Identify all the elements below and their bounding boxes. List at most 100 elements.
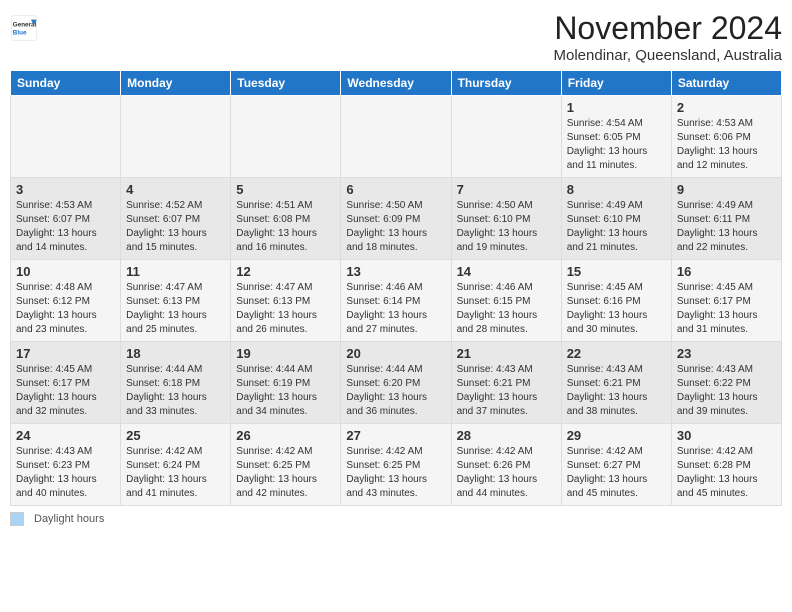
page-title: November 2024 bbox=[554, 10, 782, 47]
day-cell: 19 Sunrise: 4:44 AM Sunset: 6:19 PM Dayli… bbox=[231, 342, 341, 424]
day-info: Sunrise: 4:48 AM Sunset: 6:12 PM Dayligh… bbox=[16, 281, 115, 337]
day-cell: 13Sunrise: 4:46 AM Sunset: 6:14 PM Dayli… bbox=[341, 260, 451, 342]
day-number: 15 bbox=[567, 264, 666, 279]
day-info: Sunrise: 4:49 AM Sunset: 6:11 PM Dayligh… bbox=[677, 199, 776, 255]
day-cell: 29Sunrise: 4:42 AM Sunset: 6:27 PM Dayli… bbox=[561, 424, 671, 506]
day-cell: 20 Sunrise: 4:44 AM Sunset: 6:20 PM Dayli… bbox=[341, 342, 451, 424]
week-row-3: 10 Sunrise: 4:48 AM Sunset: 6:12 PM Dayli… bbox=[11, 260, 782, 342]
day-number: 30 bbox=[677, 428, 776, 443]
day-cell bbox=[341, 96, 451, 178]
day-number: 17 bbox=[16, 346, 115, 361]
col-header-saturday: Saturday bbox=[671, 71, 781, 96]
logo-icon: General Blue bbox=[10, 14, 38, 42]
day-info: Sunrise: 4:45 AM Sunset: 6:17 PM Dayligh… bbox=[16, 363, 115, 419]
day-info: Sunrise: 4:44 AM Sunset: 6:18 PM Dayligh… bbox=[126, 363, 225, 419]
day-cell: 5 Sunrise: 4:51 AM Sunset: 6:08 PM Daylig… bbox=[231, 178, 341, 260]
day-info: Sunrise: 4:46 AM Sunset: 6:14 PM Dayligh… bbox=[346, 281, 445, 337]
day-info: Sunrise: 4:50 AM Sunset: 6:09 PM Dayligh… bbox=[346, 199, 445, 255]
day-number: 5 bbox=[236, 182, 335, 197]
day-info: Sunrise: 4:47 AM Sunset: 6:13 PM Dayligh… bbox=[126, 281, 225, 337]
day-number: 23 bbox=[677, 346, 776, 361]
day-info: Sunrise: 4:44 AM Sunset: 6:20 PM Dayligh… bbox=[346, 363, 445, 419]
day-cell: 16 Sunrise: 4:45 AM Sunset: 6:17 PM Dayli… bbox=[671, 260, 781, 342]
col-header-sunday: Sunday bbox=[11, 71, 121, 96]
day-cell: 11 Sunrise: 4:47 AM Sunset: 6:13 PM Dayli… bbox=[121, 260, 231, 342]
day-cell: 2 Sunrise: 4:53 AM Sunset: 6:06 PM Daylig… bbox=[671, 96, 781, 178]
logo: General Blue bbox=[10, 14, 38, 42]
col-header-thursday: Thursday bbox=[451, 71, 561, 96]
day-number: 6 bbox=[346, 182, 445, 197]
col-header-monday: Monday bbox=[121, 71, 231, 96]
day-cell: 12 Sunrise: 4:47 AM Sunset: 6:13 PM Dayli… bbox=[231, 260, 341, 342]
day-number: 25 bbox=[126, 428, 225, 443]
day-number: 12 bbox=[236, 264, 335, 279]
day-info: Sunrise: 4:45 AM Sunset: 6:17 PM Dayligh… bbox=[677, 281, 776, 337]
title-area: November 2024 Molendinar, Queensland, Au… bbox=[554, 10, 782, 64]
day-info: Sunrise: 4:51 AM Sunset: 6:08 PM Dayligh… bbox=[236, 199, 335, 255]
col-header-friday: Friday bbox=[561, 71, 671, 96]
day-info: Sunrise: 4:47 AM Sunset: 6:13 PM Dayligh… bbox=[236, 281, 335, 337]
day-number: 1 bbox=[567, 100, 666, 115]
legend-label: Daylight hours bbox=[34, 513, 104, 525]
page-subtitle: Molendinar, Queensland, Australia bbox=[554, 47, 782, 64]
day-cell: 30 Sunrise: 4:42 AM Sunset: 6:28 PM Dayli… bbox=[671, 424, 781, 506]
week-row-4: 17 Sunrise: 4:45 AM Sunset: 6:17 PM Dayli… bbox=[11, 342, 782, 424]
day-cell: 17 Sunrise: 4:45 AM Sunset: 6:17 PM Dayli… bbox=[11, 342, 121, 424]
day-number: 21 bbox=[457, 346, 556, 361]
day-info: Sunrise: 4:43 AM Sunset: 6:22 PM Dayligh… bbox=[677, 363, 776, 419]
day-number: 20 bbox=[346, 346, 445, 361]
day-cell: 7 Sunrise: 4:50 AM Sunset: 6:10 PM Daylig… bbox=[451, 178, 561, 260]
week-row-1: 1Sunrise: 4:54 AM Sunset: 6:05 PM Daylig… bbox=[11, 96, 782, 178]
day-info: Sunrise: 4:52 AM Sunset: 6:07 PM Dayligh… bbox=[126, 199, 225, 255]
day-cell: 24Sunrise: 4:43 AM Sunset: 6:23 PM Dayli… bbox=[11, 424, 121, 506]
day-number: 11 bbox=[126, 264, 225, 279]
week-row-5: 24Sunrise: 4:43 AM Sunset: 6:23 PM Dayli… bbox=[11, 424, 782, 506]
day-number: 19 bbox=[236, 346, 335, 361]
day-info: Sunrise: 4:46 AM Sunset: 6:15 PM Dayligh… bbox=[457, 281, 556, 337]
day-cell bbox=[11, 96, 121, 178]
day-cell bbox=[451, 96, 561, 178]
day-info: Sunrise: 4:50 AM Sunset: 6:10 PM Dayligh… bbox=[457, 199, 556, 255]
day-info: Sunrise: 4:42 AM Sunset: 6:25 PM Dayligh… bbox=[236, 445, 335, 501]
day-number: 16 bbox=[677, 264, 776, 279]
day-info: Sunrise: 4:42 AM Sunset: 6:28 PM Dayligh… bbox=[677, 445, 776, 501]
day-info: Sunrise: 4:42 AM Sunset: 6:25 PM Dayligh… bbox=[346, 445, 445, 501]
day-number: 28 bbox=[457, 428, 556, 443]
day-cell: 4Sunrise: 4:52 AM Sunset: 6:07 PM Daylig… bbox=[121, 178, 231, 260]
day-cell: 10 Sunrise: 4:48 AM Sunset: 6:12 PM Dayli… bbox=[11, 260, 121, 342]
day-number: 10 bbox=[16, 264, 115, 279]
col-header-tuesday: Tuesday bbox=[231, 71, 341, 96]
day-cell: 3Sunrise: 4:53 AM Sunset: 6:07 PM Daylig… bbox=[11, 178, 121, 260]
day-number: 26 bbox=[236, 428, 335, 443]
day-cell: 28 Sunrise: 4:42 AM Sunset: 6:26 PM Dayli… bbox=[451, 424, 561, 506]
day-info: Sunrise: 4:42 AM Sunset: 6:26 PM Dayligh… bbox=[457, 445, 556, 501]
day-cell bbox=[231, 96, 341, 178]
calendar-table: SundayMondayTuesdayWednesdayThursdayFrid… bbox=[10, 70, 782, 506]
day-info: Sunrise: 4:42 AM Sunset: 6:24 PM Dayligh… bbox=[126, 445, 225, 501]
col-header-wednesday: Wednesday bbox=[341, 71, 451, 96]
legend-box bbox=[10, 512, 24, 526]
day-cell: 14Sunrise: 4:46 AM Sunset: 6:15 PM Dayli… bbox=[451, 260, 561, 342]
day-info: Sunrise: 4:43 AM Sunset: 6:21 PM Dayligh… bbox=[457, 363, 556, 419]
day-number: 18 bbox=[126, 346, 225, 361]
day-cell: 27 Sunrise: 4:42 AM Sunset: 6:25 PM Dayli… bbox=[341, 424, 451, 506]
day-number: 24 bbox=[16, 428, 115, 443]
svg-text:Blue: Blue bbox=[13, 29, 27, 36]
day-info: Sunrise: 4:53 AM Sunset: 6:06 PM Dayligh… bbox=[677, 117, 776, 173]
day-number: 7 bbox=[457, 182, 556, 197]
day-number: 27 bbox=[346, 428, 445, 443]
day-info: Sunrise: 4:45 AM Sunset: 6:16 PM Dayligh… bbox=[567, 281, 666, 337]
day-cell: 26 Sunrise: 4:42 AM Sunset: 6:25 PM Dayli… bbox=[231, 424, 341, 506]
day-info: Sunrise: 4:44 AM Sunset: 6:19 PM Dayligh… bbox=[236, 363, 335, 419]
day-cell: 15 Sunrise: 4:45 AM Sunset: 6:16 PM Dayli… bbox=[561, 260, 671, 342]
day-cell bbox=[121, 96, 231, 178]
day-info: Sunrise: 4:53 AM Sunset: 6:07 PM Dayligh… bbox=[16, 199, 115, 255]
day-cell: 9Sunrise: 4:49 AM Sunset: 6:11 PM Daylig… bbox=[671, 178, 781, 260]
calendar-header-row: SundayMondayTuesdayWednesdayThursdayFrid… bbox=[11, 71, 782, 96]
day-cell: 8Sunrise: 4:49 AM Sunset: 6:10 PM Daylig… bbox=[561, 178, 671, 260]
day-cell: 6 Sunrise: 4:50 AM Sunset: 6:09 PM Daylig… bbox=[341, 178, 451, 260]
day-cell: 21 Sunrise: 4:43 AM Sunset: 6:21 PM Dayli… bbox=[451, 342, 561, 424]
day-cell: 25 Sunrise: 4:42 AM Sunset: 6:24 PM Dayli… bbox=[121, 424, 231, 506]
day-cell: 22Sunrise: 4:43 AM Sunset: 6:21 PM Dayli… bbox=[561, 342, 671, 424]
day-number: 2 bbox=[677, 100, 776, 115]
